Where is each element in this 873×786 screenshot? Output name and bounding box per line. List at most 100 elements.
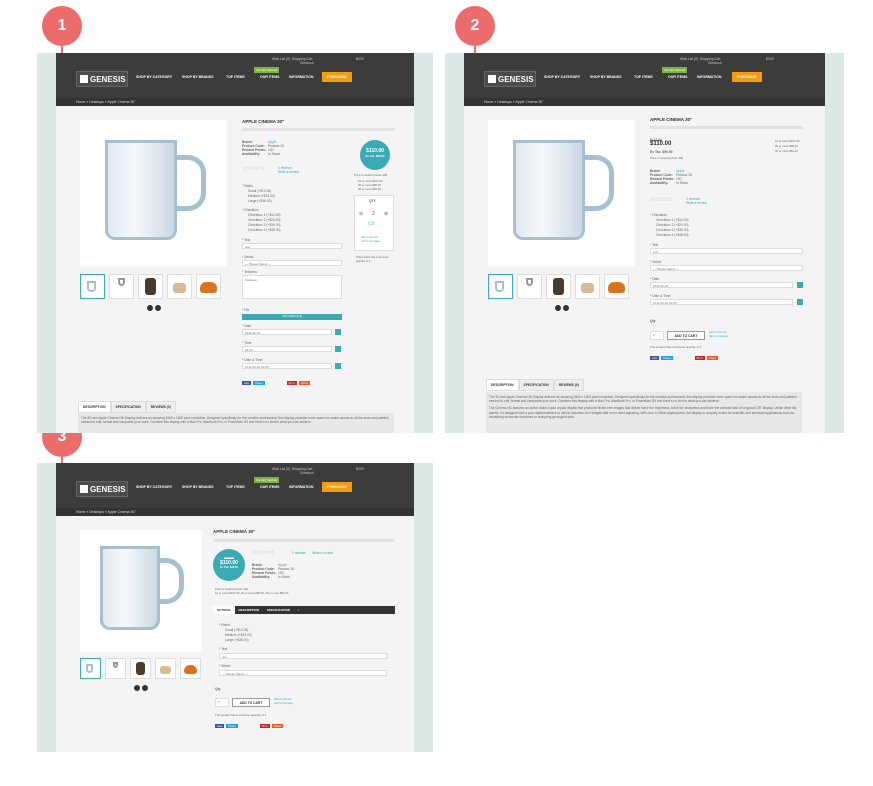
thumb-glass[interactable] (109, 274, 134, 299)
thumb-mug[interactable] (80, 274, 105, 299)
upload-button[interactable]: UPLOAD FILE (242, 314, 342, 320)
cart-total[interactable]: $0.00 (356, 467, 364, 471)
cart-total[interactable]: $0.00 (356, 57, 364, 61)
date-input[interactable]: 2011-02-20 (242, 329, 332, 335)
thumb-glass[interactable] (517, 274, 542, 299)
next-button[interactable] (563, 305, 569, 311)
tweet-button[interactable]: Tweet (661, 356, 673, 360)
thumb-bag[interactable] (155, 658, 176, 679)
nav-information[interactable]: INFORMATION (289, 485, 313, 489)
date-calendar-icon[interactable] (335, 329, 341, 335)
wishlist-link[interactable]: Wish List (0) (272, 57, 290, 61)
thumb-orange-bag[interactable] (604, 274, 629, 299)
checkbox-3[interactable]: Checkbox 3 (+$36.00) (656, 228, 689, 232)
time-calendar-icon[interactable] (335, 346, 341, 352)
wishlist-link[interactable]: Wish List (0) (272, 467, 290, 471)
next-button[interactable] (142, 685, 148, 691)
pin-button[interactable]: Pin it (259, 724, 270, 728)
thumb-orange-bag[interactable] (180, 658, 201, 679)
thumb-mug[interactable] (488, 274, 513, 299)
tab-specification[interactable]: SPECIFICATION (263, 606, 294, 614)
radio-large[interactable]: Large (+$36.00) (248, 199, 272, 203)
thumb-mug[interactable] (80, 658, 101, 679)
datetime-input[interactable]: 2011-02-20 22:25 (242, 363, 332, 369)
breadcrumb[interactable]: Home » Desktops » Apple Cinema 30" (464, 98, 825, 106)
thumb-bag[interactable] (167, 274, 192, 299)
nav-shop-category[interactable]: SHOP BY CATEGORY (136, 75, 172, 79)
add-to-cart-button[interactable]: ADD TO CART (667, 331, 705, 340)
thumb-glass[interactable] (105, 658, 126, 679)
logo[interactable]: GENESIS (484, 71, 536, 87)
select-input[interactable]: --- Please Select --- (650, 265, 803, 271)
wishlist-link[interactable]: Wish List (0) (680, 57, 698, 61)
qty-value[interactable]: 2 (372, 211, 375, 216)
thumb-coat[interactable] (546, 274, 571, 299)
qty-input[interactable]: 2 (650, 331, 664, 340)
date-calendar-icon[interactable] (797, 282, 803, 288)
pin-button[interactable]: Pin it (694, 356, 705, 360)
breadcrumb[interactable]: Home » Desktops » Apple Cinema 30" (56, 98, 414, 106)
prev-button[interactable] (147, 305, 153, 311)
cart-total[interactable]: $0.00 (766, 57, 774, 61)
textarea-input[interactable]: Textarea (242, 275, 342, 299)
tab-reviews[interactable]: REVIEWS (0) (553, 379, 584, 391)
text-input[interactable]: test (242, 243, 342, 249)
nav-information[interactable]: INFORMATION (697, 75, 721, 79)
prev-button[interactable] (134, 685, 140, 691)
qty-minus[interactable]: ⊖ (359, 211, 363, 216)
product-image[interactable] (80, 530, 202, 652)
logo[interactable]: GENESIS (76, 71, 128, 87)
nav-shop-brands[interactable]: SHOP BY BRANDS (182, 485, 214, 489)
add-compare-link[interactable]: Add to Compare (709, 335, 728, 339)
write-review-link[interactable]: Write a review (312, 551, 333, 555)
share-button[interactable]: Share (706, 356, 719, 360)
product-image[interactable] (488, 120, 635, 267)
thumb-coat[interactable] (130, 658, 151, 679)
text-input[interactable]: test (650, 248, 803, 254)
tab-reviews[interactable]: REVIEWS (0) (145, 401, 176, 413)
add-to-cart-button[interactable]: ADD TO CART (232, 698, 270, 707)
checkbox-3[interactable]: Checkbox 3 (+$36.00) (248, 223, 281, 227)
add-compare-link[interactable]: Add to Compare (361, 240, 380, 244)
radio-medium[interactable]: Medium (+$24.00) (225, 633, 252, 637)
share-button[interactable]: Share (298, 381, 311, 385)
purchase-button[interactable]: PURCHASE (322, 482, 352, 492)
thumb-bag[interactable] (575, 274, 600, 299)
nav-shop-category[interactable]: SHOP BY CATEGORY (544, 75, 580, 79)
add-compare-link[interactable]: Add to Compare (274, 702, 293, 706)
datetime-input[interactable]: 2011-02-20 22:25 (650, 299, 793, 305)
tweet-button[interactable]: Tweet (226, 724, 238, 728)
nav-shop-brands[interactable]: SHOP BY BRANDS (182, 75, 214, 79)
checkbox-2[interactable]: Checkbox 2 (+$24.00) (656, 223, 689, 227)
write-review-link[interactable]: Write a review (686, 201, 707, 205)
text-input[interactable]: test (219, 653, 387, 659)
fb-like-button[interactable]: Like (242, 381, 252, 385)
tweet-button[interactable]: Tweet (253, 381, 265, 385)
reviews-link[interactable]: 0 reviews (292, 551, 306, 555)
datetime-calendar-icon[interactable] (797, 299, 803, 305)
nav-shop-category[interactable]: SHOP BY CATEGORY (136, 485, 172, 489)
prev-button[interactable] (555, 305, 561, 311)
checkbox-2[interactable]: Checkbox 2 (+$24.00) (248, 218, 281, 222)
pin-button[interactable]: Pin it (286, 381, 297, 385)
nav-our-items[interactable]: OUR ITEMS (260, 75, 279, 79)
radio-small[interactable]: Small (+$12.00) (225, 628, 248, 632)
date-input[interactable]: 2011-02-20 (650, 282, 793, 288)
checkout-link[interactable]: Checkout (300, 61, 313, 65)
datetime-calendar-icon[interactable] (335, 363, 341, 369)
radio-medium[interactable]: Medium (+$24.00) (248, 194, 275, 198)
qty-input[interactable]: 2 (215, 698, 229, 707)
nav-top-items[interactable]: TOP ITEMS (226, 75, 245, 79)
nav-our-items[interactable]: OUR ITEMS (260, 485, 279, 489)
checkbox-4[interactable]: Checkbox 4 (+$48.00) (248, 228, 281, 232)
nav-shop-brands[interactable]: SHOP BY BRANDS (590, 75, 622, 79)
fb-like-button[interactable]: Like (650, 356, 660, 360)
tab-description[interactable]: DESCRIPTION (486, 379, 519, 391)
nav-top-items[interactable]: TOP ITEMS (634, 75, 653, 79)
select-input[interactable]: --- Please Select --- (242, 260, 342, 266)
comment-icon[interactable]: ▪ (294, 606, 303, 614)
time-input[interactable]: 22:25 (242, 346, 332, 352)
thumb-coat[interactable] (138, 274, 163, 299)
select-input[interactable]: --- Please Select --- (219, 670, 387, 676)
tab-specification[interactable]: SPECIFICATION (518, 379, 554, 391)
